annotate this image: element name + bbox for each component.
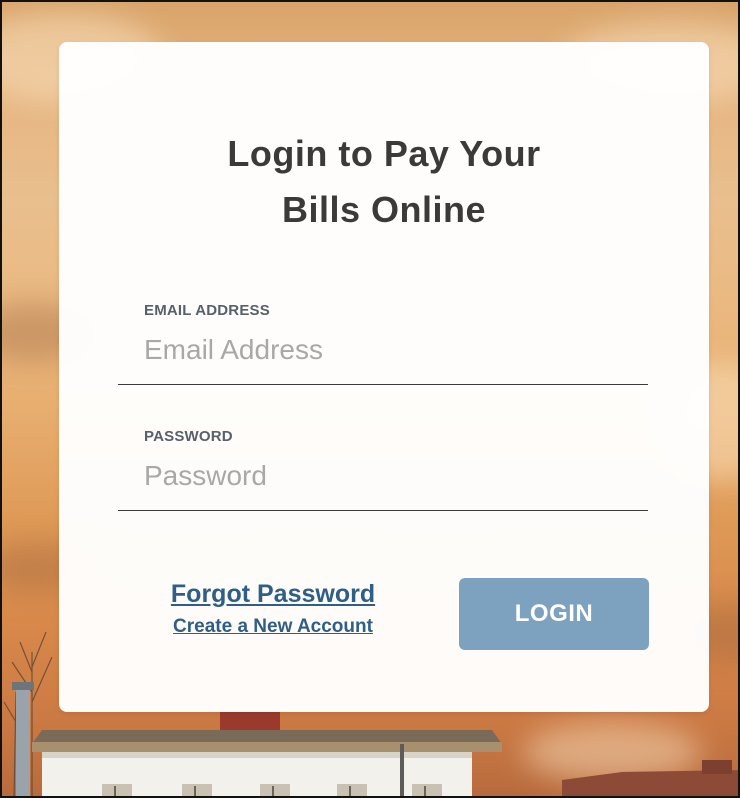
login-card: Login to Pay Your Bills Online EMAIL ADD…	[59, 42, 709, 712]
password-input[interactable]	[142, 454, 624, 498]
create-account-link[interactable]: Create a New Account	[123, 613, 423, 641]
account-links: Forgot Password Create a New Account	[123, 577, 423, 641]
login-page: Login to Pay Your Bills Online EMAIL ADD…	[0, 0, 740, 798]
title-line-1: Login to Pay Your	[227, 133, 541, 174]
forgot-password-link[interactable]: Forgot Password	[123, 577, 423, 611]
email-field-group: EMAIL ADDRESS	[118, 298, 648, 385]
password-label: PASSWORD	[144, 428, 233, 445]
login-button[interactable]: LOGIN	[459, 578, 649, 650]
email-input[interactable]	[142, 328, 624, 372]
email-label: EMAIL ADDRESS	[144, 302, 270, 319]
title-line-2: Bills Online	[281, 189, 487, 230]
password-field-group: PASSWORD	[118, 424, 648, 511]
page-title: Login to Pay Your Bills Online	[59, 126, 709, 238]
